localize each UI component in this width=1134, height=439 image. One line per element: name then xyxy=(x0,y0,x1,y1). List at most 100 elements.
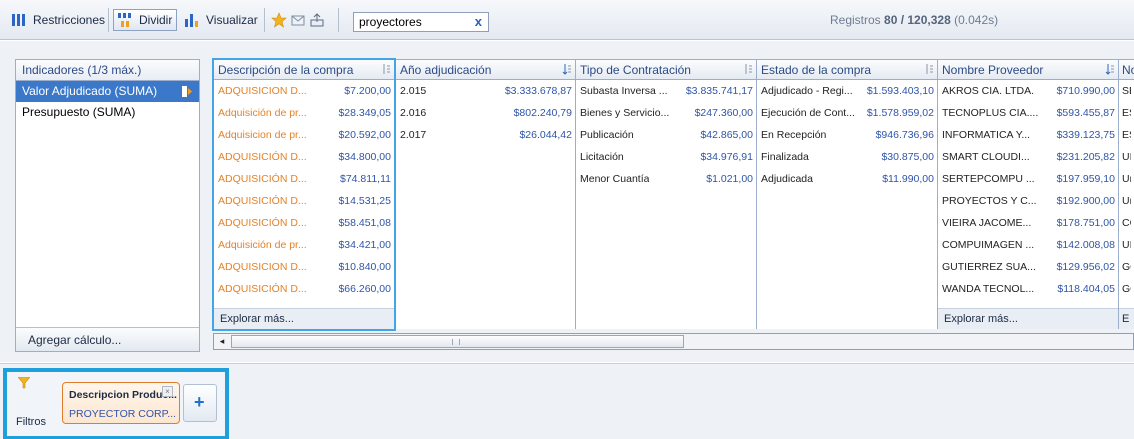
list-item[interactable]: Adjudicado - Regi... $1.593.403,10 xyxy=(757,80,937,102)
visualizar-button[interactable]: Visualizar xyxy=(183,9,258,31)
list-item[interactable]: 2.015 $3.333.678,87 xyxy=(396,80,575,102)
export-button[interactable] xyxy=(309,9,332,31)
list-item[interactable]: Subasta Inversa ... $3.835.741,17 xyxy=(576,80,756,102)
plus-icon: + xyxy=(194,392,205,412)
list-item[interactable]: AKROS CIA. LTDA. $710.990,00 xyxy=(938,80,1118,102)
clear-search-button[interactable]: x xyxy=(475,14,482,29)
column-header[interactable]: Año adjudicación xyxy=(396,60,575,80)
horizontal-scrollbar[interactable]: ◂ xyxy=(213,333,1134,350)
row-value: $34.421,00 xyxy=(338,239,391,251)
bar-chart-icon xyxy=(183,12,201,28)
list-item[interactable]: 2.016 $802.240,79 xyxy=(396,102,575,124)
indicator-item[interactable]: Valor Adjudicado (SUMA) xyxy=(16,81,199,102)
list-item[interactable]: Adquisición de pr... $34.421,00 xyxy=(214,234,394,256)
filters-panel: Filtros Descripcion Produc... × PROYECTO… xyxy=(3,368,229,439)
explore-more-button[interactable]: Explorar más... xyxy=(214,308,394,329)
list-item[interactable]: ADQUISICIÓN D... $58.451,08 xyxy=(214,212,394,234)
toolbar-divider xyxy=(264,8,265,32)
list-item[interactable]: ADQUISICION D... $7.200,00 xyxy=(214,80,394,102)
scroll-left-button[interactable]: ◂ xyxy=(216,336,228,347)
list-item[interactable]: TECNOPLUS CIA.... $593.455,87 xyxy=(938,102,1118,124)
sort-icon[interactable] xyxy=(562,63,572,75)
list-item[interactable]: SERTEPCOMPU ... $197.959,10 xyxy=(938,168,1118,190)
add-calculation-button[interactable]: Agregar cálculo... xyxy=(16,327,199,351)
row-label: En Recepción xyxy=(761,129,827,141)
explore-more-button[interactable]: E xyxy=(1119,308,1134,329)
list-item[interactable]: CC xyxy=(1119,212,1134,234)
list-item[interactable]: SMART CLOUDI... $231.205,82 xyxy=(938,146,1118,168)
scrollbar-thumb[interactable] xyxy=(231,335,684,348)
dimension-columns: Descripción de la compra ADQUISICION D..… xyxy=(212,58,1134,331)
list-item[interactable]: Ur xyxy=(1119,168,1134,190)
filter-chip[interactable]: Descripcion Produc... × PROYECTOR CORP..… xyxy=(62,382,180,424)
list-item[interactable]: Finalizada $30.875,00 xyxy=(757,146,937,168)
column-descripcion[interactable]: Descripción de la compra ADQUISICION D..… xyxy=(212,58,396,331)
column-header[interactable]: Estado de la compra xyxy=(757,60,937,80)
column-header[interactable]: No xyxy=(1119,60,1134,80)
list-item[interactable]: ES xyxy=(1119,102,1134,124)
list-item[interactable]: COMPUIMAGEN ... $142.008,08 xyxy=(938,234,1118,256)
list-item[interactable]: Licitación $34.976,91 xyxy=(576,146,756,168)
search-input[interactable] xyxy=(354,13,464,31)
column-title: Nombre Proveedor xyxy=(942,63,1044,77)
indicators-panel: Indicadores (1/3 máx.) Valor Adjudicado … xyxy=(15,59,200,352)
row-label: SE xyxy=(1122,85,1131,97)
add-filter-button[interactable]: + xyxy=(183,384,217,422)
list-item[interactable]: ADQUISICIÓN D... $66.260,00 xyxy=(214,278,394,300)
column-nombre-proveedor[interactable]: Nombre Proveedor AKROS CIA. LTDA. $710.99… xyxy=(938,60,1119,329)
list-item[interactable]: Publicación $42.865,00 xyxy=(576,124,756,146)
list-item[interactable]: Menor Cuantía $1.021,00 xyxy=(576,168,756,190)
sort-icon[interactable] xyxy=(381,63,391,75)
row-label: Subasta Inversa ... xyxy=(580,85,668,97)
list-item[interactable]: ADQUISICIÓN D... $34.800,00 xyxy=(214,146,394,168)
list-item[interactable]: Adquisicion de pr... $20.592,00 xyxy=(214,124,394,146)
sort-icon[interactable] xyxy=(1105,63,1115,75)
column-header[interactable]: Nombre Proveedor xyxy=(938,60,1118,80)
list-item[interactable]: 2.017 $26.044,42 xyxy=(396,124,575,146)
list-item[interactable]: ADQUISICION D... $10.840,00 xyxy=(214,256,394,278)
search-box: x xyxy=(353,12,489,32)
sort-icon[interactable] xyxy=(743,63,753,75)
list-item[interactable]: GC xyxy=(1119,256,1134,278)
list-item[interactable]: Ur xyxy=(1119,190,1134,212)
row-value: $946.736,96 xyxy=(875,129,934,141)
row-label: 2.017 xyxy=(400,129,427,141)
close-icon[interactable]: × xyxy=(162,386,173,397)
list-item[interactable]: INFORMATICA Y... $339.123,75 xyxy=(938,124,1118,146)
dividir-button[interactable]: Dividir xyxy=(113,9,178,31)
column-header[interactable]: Descripción de la compra xyxy=(214,60,394,80)
list-item[interactable]: VIEIRA JACOME... $178.751,00 xyxy=(938,212,1118,234)
list-item[interactable]: GUTIERREZ SUA... $129.956,02 xyxy=(938,256,1118,278)
list-item[interactable]: Adjudicada $11.990,00 xyxy=(757,168,937,190)
move-handle-icon[interactable] xyxy=(181,85,193,98)
column-estado-compra[interactable]: Estado de la compra Adjudicado - Regi...… xyxy=(757,60,938,329)
row-label: UI xyxy=(1122,239,1131,251)
column-anio[interactable]: Año adjudicación 2.015 $3.333.678,87 2.01… xyxy=(396,60,576,329)
list-item[interactable]: WANDA TECNOL... $118.404,05 xyxy=(938,278,1118,300)
restricciones-button[interactable]: Restricciones xyxy=(10,9,105,31)
list-item[interactable]: UI xyxy=(1119,234,1134,256)
row-label: Ejecución de Cont... xyxy=(761,107,855,119)
sort-icon[interactable] xyxy=(924,63,934,75)
row-value: $129.956,02 xyxy=(1056,261,1115,273)
list-item[interactable]: ES xyxy=(1119,124,1134,146)
row-label: Licitación xyxy=(580,151,624,163)
list-item[interactable]: SE xyxy=(1119,80,1134,102)
list-item[interactable]: GC xyxy=(1119,278,1134,300)
column-tipo-contratacion[interactable]: Tipo de Contratación Subasta Inversa ...… xyxy=(576,60,757,329)
column-cut-off[interactable]: No SE ES ES UI Ur Ur CC UI GC GC E xyxy=(1119,60,1134,329)
list-item[interactable]: ADQUISICIÓN D... $14.531,25 xyxy=(214,190,394,212)
list-item[interactable]: Bienes y Servicio... $247.360,00 xyxy=(576,102,756,124)
row-label: Finalizada xyxy=(761,151,809,163)
list-item[interactable]: UI xyxy=(1119,146,1134,168)
list-item[interactable]: ADQUISICIÓN D... $74.811,11 xyxy=(214,168,394,190)
explore-more-button[interactable]: Explorar más... xyxy=(938,308,1118,329)
row-value: $11.990,00 xyxy=(882,173,934,185)
indicator-item[interactable]: Presupuesto (SUMA) xyxy=(16,102,199,123)
column-title: No xyxy=(1122,63,1134,77)
list-item[interactable]: PROYECTOS Y C... $192.900,00 xyxy=(938,190,1118,212)
list-item[interactable]: Ejecución de Cont... $1.578.959,02 xyxy=(757,102,937,124)
column-header[interactable]: Tipo de Contratación xyxy=(576,60,756,80)
list-item[interactable]: Adquisición de pr... $28.349,05 xyxy=(214,102,394,124)
list-item[interactable]: En Recepción $946.736,96 xyxy=(757,124,937,146)
